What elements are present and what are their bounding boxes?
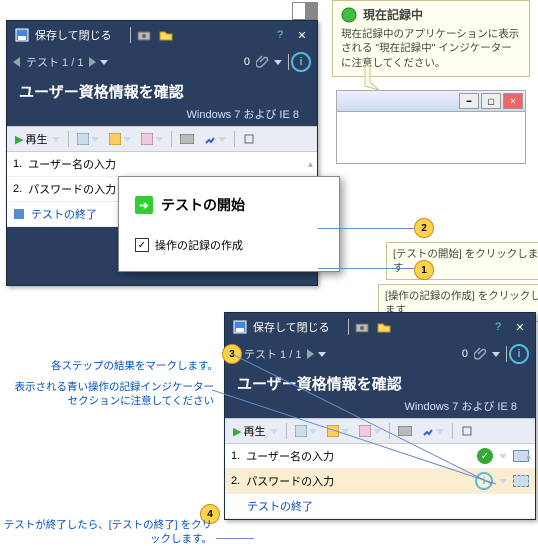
dialog-title: ➔ テストの開始 xyxy=(135,195,323,215)
tool-1[interactable] xyxy=(291,421,321,441)
step-row[interactable]: 1.ユーザー名の入力 xyxy=(7,152,317,177)
test-config: Windows 7 および IE 8 xyxy=(7,104,317,126)
play-button[interactable]: ▶再生 xyxy=(229,421,282,441)
tool-2[interactable] xyxy=(323,421,353,441)
start-test-dialog: ➔ テストの開始 ✓ 操作の記録の作成 xyxy=(118,176,340,272)
folder-icon[interactable] xyxy=(376,319,392,335)
test-title: ユーザー資格情報を確認 xyxy=(7,75,317,104)
test-config: Windows 7 および IE 8 xyxy=(225,396,535,418)
close-icon[interactable]: ✕ xyxy=(292,26,312,44)
max-icon[interactable]: ▢ xyxy=(481,93,501,109)
callout-number-1: 1 xyxy=(414,260,434,280)
play-icon: ➔ xyxy=(135,196,153,214)
test-title: ユーザー資格情報を確認 xyxy=(225,367,535,396)
callout-3b: 表示される青い操作の記録インジケーター セクションに注意してください xyxy=(4,380,214,408)
result-dropdown-icon[interactable] xyxy=(499,454,507,459)
collapse-icon[interactable]: ▴ xyxy=(526,451,531,462)
step-count: 0 xyxy=(456,348,474,360)
globe-icon xyxy=(341,7,357,23)
save-and-close-label[interactable]: 保存して閉じる xyxy=(251,319,346,335)
tool-4[interactable] xyxy=(176,129,198,149)
test-counter: テスト 1 / 1 xyxy=(238,346,307,362)
mini-window: ━ ▢ ✕ xyxy=(336,90,526,164)
info-icon[interactable]: i xyxy=(291,52,311,72)
tool-6[interactable] xyxy=(239,129,259,149)
test-dropdown-icon[interactable] xyxy=(318,352,326,357)
save-icon[interactable] xyxy=(232,319,248,335)
play-button[interactable]: ▶再生 xyxy=(11,129,64,149)
test-runner-panel-2: 保存して閉じる ? ✕ テスト 1 / 1 0 i ユーザー資格情報を確認 Wi… xyxy=(224,312,536,520)
checkbox-icon[interactable]: ✓ xyxy=(135,238,149,252)
next-test-icon[interactable] xyxy=(307,349,314,359)
save-and-close-label[interactable]: 保存して閉じる xyxy=(33,27,128,43)
step-toolbar: ▶再生 xyxy=(7,126,317,152)
save-icon[interactable] xyxy=(14,27,30,43)
test-nav-bar: テスト 1 / 1 0 i xyxy=(225,341,535,367)
test-dropdown-icon[interactable] xyxy=(100,60,108,65)
pass-icon[interactable]: ✓ xyxy=(477,448,493,464)
attachment-icon[interactable] xyxy=(256,55,270,69)
attachment-icon[interactable] xyxy=(474,347,488,361)
capture-indicator-icon xyxy=(513,475,529,487)
min-icon[interactable]: ━ xyxy=(459,93,479,109)
callout-2: [テストの開始] をクリックします xyxy=(386,242,538,280)
test-counter: テスト 1 / 1 xyxy=(20,54,89,70)
create-recording-checkbox[interactable]: ✓ 操作の記録の作成 xyxy=(135,237,323,253)
step-row[interactable]: 2. パスワードの入力 i xyxy=(225,469,535,494)
tool-3[interactable] xyxy=(355,421,385,441)
tool-1[interactable] xyxy=(73,129,103,149)
callout-3: 各ステップの結果をマークします。 xyxy=(48,359,218,373)
info-icon[interactable]: i xyxy=(509,344,529,364)
tool-6[interactable] xyxy=(457,421,477,441)
step-row[interactable]: 1. ユーザー名の入力 ✓ xyxy=(225,444,535,469)
help-icon[interactable]: ? xyxy=(270,26,290,44)
close-icon[interactable]: ✕ xyxy=(503,93,523,109)
titlebar: 保存して閉じる ? ✕ xyxy=(225,313,535,341)
next-test-icon[interactable] xyxy=(89,57,96,67)
callout-number-3: 3 xyxy=(222,344,242,364)
tool-5[interactable] xyxy=(200,129,230,149)
titlebar: 保存して閉じる ? ✕ xyxy=(7,21,317,49)
tool-4[interactable] xyxy=(394,421,416,441)
test-nav-bar: テスト 1 / 1 0 i xyxy=(7,49,317,75)
active-icon[interactable]: i xyxy=(475,472,493,490)
callout-number-2: 2 xyxy=(414,218,434,238)
result-dropdown-icon[interactable] xyxy=(499,479,507,484)
folder-icon[interactable] xyxy=(158,27,174,43)
collapse-icon[interactable]: ▴ xyxy=(308,159,313,170)
tool-3[interactable] xyxy=(137,129,167,149)
attach-dropdown-icon[interactable] xyxy=(274,60,282,65)
tool-5[interactable] xyxy=(418,421,448,441)
tool-2[interactable] xyxy=(105,129,135,149)
end-test-row[interactable]: テストの終了 xyxy=(225,494,535,519)
close-icon[interactable]: ✕ xyxy=(510,318,530,336)
step-toolbar: ▶再生 xyxy=(225,418,535,444)
help-icon[interactable]: ? xyxy=(488,318,508,336)
attach-dropdown-icon[interactable] xyxy=(492,352,500,357)
camera-icon[interactable] xyxy=(354,319,370,335)
camera-icon[interactable] xyxy=(136,27,152,43)
checkbox-label: 操作の記録の作成 xyxy=(155,237,243,253)
step-count: 0 xyxy=(238,56,256,68)
step-list: 1. ユーザー名の入力 ✓ 2. パスワードの入力 i テストの終了 xyxy=(225,444,535,519)
prev-test-icon[interactable] xyxy=(13,57,20,67)
